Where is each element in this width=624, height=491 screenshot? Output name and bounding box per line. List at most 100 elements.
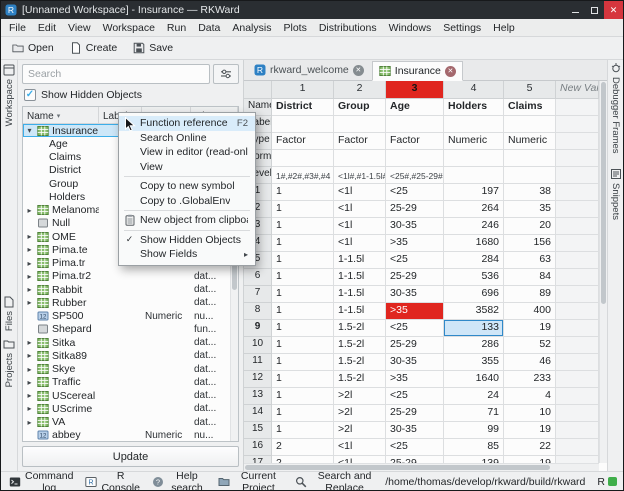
meta-cell-type-c4[interactable]: Numeric bbox=[444, 133, 504, 150]
cell-r16c5[interactable]: 22 bbox=[504, 439, 556, 456]
cell-r15c2[interactable]: >2l bbox=[334, 422, 386, 439]
cell-r6c4[interactable]: 536 bbox=[444, 269, 504, 286]
cell-r8c4[interactable]: 3582 bbox=[444, 303, 504, 320]
cell-r3c4[interactable]: 246 bbox=[444, 218, 504, 235]
cell-r6c1[interactable]: 1 bbox=[272, 269, 334, 286]
cell-r8c3[interactable]: >35 bbox=[386, 303, 444, 320]
cell-r7c1[interactable]: 1 bbox=[272, 286, 334, 303]
save-button[interactable]: Save bbox=[128, 40, 178, 56]
menu-edit[interactable]: Edit bbox=[32, 19, 62, 37]
cell-r2c4[interactable]: 264 bbox=[444, 201, 504, 218]
meta-cell-label-c2[interactable] bbox=[334, 116, 386, 133]
cell-r9-new[interactable] bbox=[556, 320, 599, 337]
cell-r15c5[interactable]: 19 bbox=[504, 422, 556, 439]
cell-r15c4[interactable]: 99 bbox=[444, 422, 504, 439]
cell-r1c1[interactable]: 1 bbox=[272, 184, 334, 201]
dock-tab-debugger-frames[interactable]: Debugger Frames bbox=[608, 62, 623, 154]
menu-run[interactable]: Run bbox=[161, 19, 192, 37]
expand-arrow-icon[interactable]: ▸ bbox=[25, 338, 34, 347]
tree-item-sitka[interactable]: ▸Sitkadat... bbox=[23, 336, 230, 349]
cell-r9c1[interactable]: 1 bbox=[272, 320, 334, 337]
show-hidden-checkbox[interactable]: Show Hidden Objects bbox=[22, 88, 239, 102]
row-header-16[interactable]: 16 bbox=[244, 439, 272, 456]
column-header-2[interactable]: 2 bbox=[334, 81, 386, 99]
cell-r8-new[interactable] bbox=[556, 303, 599, 320]
tree-item-va[interactable]: ▸VAdat... bbox=[23, 416, 230, 429]
cell-r10c2[interactable]: 1.5-2l bbox=[334, 337, 386, 354]
cell-r3c5[interactable]: 20 bbox=[504, 218, 556, 235]
cell-r5c3[interactable]: <25 bbox=[386, 252, 444, 269]
cell-r12-new[interactable] bbox=[556, 371, 599, 388]
meta-cell-name-c3[interactable]: Age bbox=[386, 99, 444, 116]
expand-arrow-icon[interactable]: ▸ bbox=[25, 285, 34, 294]
expand-arrow-icon[interactable]: ▸ bbox=[25, 272, 34, 281]
horizontal-scrollbar[interactable] bbox=[244, 463, 599, 471]
cell-r5c2[interactable]: 1-1.5l bbox=[334, 252, 386, 269]
cell-r12c2[interactable]: 1.5-2l bbox=[334, 371, 386, 388]
cell-r2c2[interactable]: <1l bbox=[334, 201, 386, 218]
cell-r3-new[interactable] bbox=[556, 218, 599, 235]
meta-cell-type-c1[interactable]: Factor bbox=[272, 133, 334, 150]
cell-r16c1[interactable]: 2 bbox=[272, 439, 334, 456]
horizontal-scrollbar-thumb[interactable] bbox=[245, 465, 550, 470]
cell-r15c1[interactable]: 1 bbox=[272, 422, 334, 439]
cell-r2-new[interactable] bbox=[556, 201, 599, 218]
meta-cell-label-c5[interactable] bbox=[504, 116, 556, 133]
cell-r9c3[interactable]: <25 bbox=[386, 320, 444, 337]
expand-arrow-icon[interactable]: ▸ bbox=[25, 365, 34, 374]
close-tab-icon[interactable]: ✕ bbox=[353, 65, 364, 76]
expand-arrow-icon[interactable]: ▸ bbox=[25, 245, 34, 254]
cell-r12c1[interactable]: 1 bbox=[272, 371, 334, 388]
help-search-button[interactable]: ?Help search bbox=[147, 469, 211, 491]
column-header-1[interactable]: 1 bbox=[272, 81, 334, 99]
cell-r10c4[interactable]: 286 bbox=[444, 337, 504, 354]
row-header-14[interactable]: 14 bbox=[244, 405, 272, 422]
menu-file[interactable]: File bbox=[3, 19, 32, 37]
meta-cell-levels-new[interactable] bbox=[556, 167, 599, 184]
cell-r2c1[interactable]: 1 bbox=[272, 201, 334, 218]
cell-r4c2[interactable]: <1l bbox=[334, 235, 386, 252]
cell-r3c3[interactable]: 30-35 bbox=[386, 218, 444, 235]
open-button[interactable]: Open bbox=[7, 40, 59, 56]
tree-item-abbey[interactable]: 12abbeyNumericnu... bbox=[23, 429, 230, 441]
cell-r14c2[interactable]: >2l bbox=[334, 405, 386, 422]
vertical-scrollbar-thumb[interactable] bbox=[601, 82, 606, 304]
cell-r10c5[interactable]: 52 bbox=[504, 337, 556, 354]
cell-r9c5[interactable]: 19 bbox=[504, 320, 556, 337]
tree-item-pima-tr2[interactable]: ▸Pima.tr2dat... bbox=[23, 270, 230, 283]
collapse-arrow-icon[interactable]: ▾ bbox=[25, 126, 34, 135]
cell-r3c1[interactable]: 1 bbox=[272, 218, 334, 235]
menu-workspace[interactable]: Workspace bbox=[97, 19, 161, 37]
dock-tab-files[interactable]: Files bbox=[1, 296, 17, 331]
cell-r4c4[interactable]: 1680 bbox=[444, 235, 504, 252]
cell-r5c5[interactable]: 63 bbox=[504, 252, 556, 269]
menu-item-new-object-from-clipboard[interactable]: New object from clipboard bbox=[119, 213, 255, 228]
meta-cell-type-c3[interactable]: Factor bbox=[386, 133, 444, 150]
meta-cell-name-c1[interactable]: District bbox=[272, 99, 334, 116]
meta-cell-format-c4[interactable] bbox=[444, 150, 504, 167]
cell-r16c2[interactable]: <1l bbox=[334, 439, 386, 456]
row-header-7[interactable]: 7 bbox=[244, 286, 272, 303]
meta-cell-format-new[interactable] bbox=[556, 150, 599, 167]
cell-r16c4[interactable]: 85 bbox=[444, 439, 504, 456]
column-header-4[interactable]: 4 bbox=[444, 81, 504, 99]
menu-item-view-in-editor-read-only[interactable]: View in editor (read-only) bbox=[119, 145, 255, 160]
cell-r6c2[interactable]: 1-1.5l bbox=[334, 269, 386, 286]
meta-cell-type-new[interactable] bbox=[556, 133, 599, 150]
row-header-9[interactable]: 9 bbox=[244, 320, 272, 337]
menu-item-search-online[interactable]: Search Online bbox=[119, 131, 255, 146]
update-button[interactable]: Update bbox=[22, 446, 239, 467]
cell-r2c3[interactable]: 25-29 bbox=[386, 201, 444, 218]
menu-view[interactable]: View bbox=[62, 19, 97, 37]
menu-settings[interactable]: Settings bbox=[437, 19, 487, 37]
cell-r4c1[interactable]: 1 bbox=[272, 235, 334, 252]
tab-rkward-welcome[interactable]: Rrkward_welcome✕ bbox=[247, 60, 371, 80]
cell-r7c4[interactable]: 696 bbox=[444, 286, 504, 303]
meta-cell-name-c5[interactable]: Claims bbox=[504, 99, 556, 116]
vertical-scrollbar[interactable] bbox=[599, 81, 607, 463]
cell-r5c4[interactable]: 284 bbox=[444, 252, 504, 269]
cell-r1c2[interactable]: <1l bbox=[334, 184, 386, 201]
expand-arrow-icon[interactable]: ▸ bbox=[25, 351, 34, 360]
meta-cell-label-new[interactable] bbox=[556, 116, 599, 133]
cell-r14-new[interactable] bbox=[556, 405, 599, 422]
